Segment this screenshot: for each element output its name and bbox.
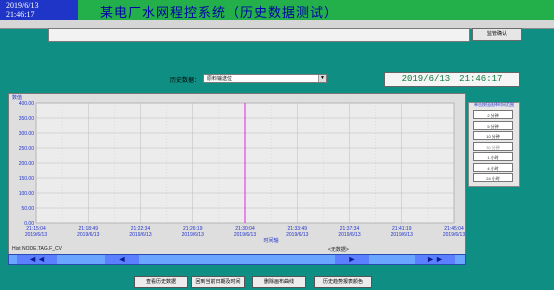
y-tick-label: 50.00 [21,206,34,212]
period-option[interactable]: 24 小时 [473,173,513,182]
period-option[interactable]: 4 小时 [473,162,513,172]
page-title: 某电厂水网程控系统（历史数据测试） [100,6,339,21]
history-data-select[interactable]: 原料输送位 ▼ [203,74,327,83]
period-option[interactable]: 1 小时 [473,152,513,161]
y-tick-label: 100.00 [19,191,35,197]
period-button-list: 2 分钟 5 分钟 10 分钟 30 分钟 1 小时 4 小时 24 小时 [468,110,518,185]
forward-button[interactable]: ► [335,255,369,264]
x-tick-date: 2019/6/13 [391,232,413,238]
trend-chart[interactable]: 400.00 350.00 300.00 250.00 200.00 150.00 100.… [8,93,466,253]
tag-label: Hist NODE.TAG.F_CV [12,246,62,252]
back-button[interactable]: ◄ [105,255,139,264]
period-option[interactable]: 30 分钟 [473,141,513,151]
x-tick-date: 2019/6/13 [443,232,465,238]
datetime-display: 2019/6/13 21:46:17 [384,72,520,87]
y-tick-label: 300.00 [19,131,35,137]
no-data-indicator: <无数据> [328,247,349,253]
view-history-button[interactable]: 查看历史数据 [134,276,188,288]
x-tick-date: 2019/6/13 [182,232,204,238]
fast-back-button[interactable]: ◄◄ [17,255,57,264]
x-tick-date: 2019/6/13 [129,232,151,238]
period-caption: 单击按钮选择时间范围 [474,102,514,107]
period-option[interactable]: 10 分钟 [473,131,513,140]
clock-time: 21:46:17 [6,10,35,19]
chevron-down-icon[interactable]: ▼ [318,75,326,82]
clock-date: 2019/6/13 [6,1,39,10]
toolbar [48,28,470,42]
x-tick-date: 2019/6/13 [77,232,99,238]
confirm-button[interactable]: 监管确认 [472,28,522,41]
y-axis-label: 数值 [12,94,22,101]
x-tick-date: 2019/6/13 [338,232,360,238]
y-tick-label: 150.00 [19,176,35,182]
history-data-label: 历史数据： [170,78,201,84]
x-tick-date: 2019/6/13 [286,232,308,238]
x-axis-label: 时间轴 [263,237,278,244]
back-to-current-time-button[interactable]: 回到当前日期及时间 [191,276,245,288]
header-clock: 2019/6/13 21:46:17 [0,0,78,20]
y-tick-label: 200.00 [19,161,35,167]
period-option[interactable]: 2 分钟 [473,110,513,119]
trend-report-color-button[interactable]: 历史趋势报表颜色 [314,276,372,288]
fast-forward-button[interactable]: ►► [415,255,455,264]
y-tick-label: 350.00 [19,116,35,122]
y-tick-label: 250.00 [19,146,35,152]
x-tick-date: 2019/6/13 [234,232,256,238]
time-nav-bar: ◄◄ ◄ ► ►► [8,254,466,265]
history-data-value: 原料输送位 [207,76,233,82]
period-option[interactable]: 5 分钟 [473,120,513,130]
delete-curve-button[interactable]: 删除画布曲线 [252,276,306,288]
x-tick-date: 2019/6/13 [25,232,47,238]
y-tick-label: 400.00 [19,101,35,107]
